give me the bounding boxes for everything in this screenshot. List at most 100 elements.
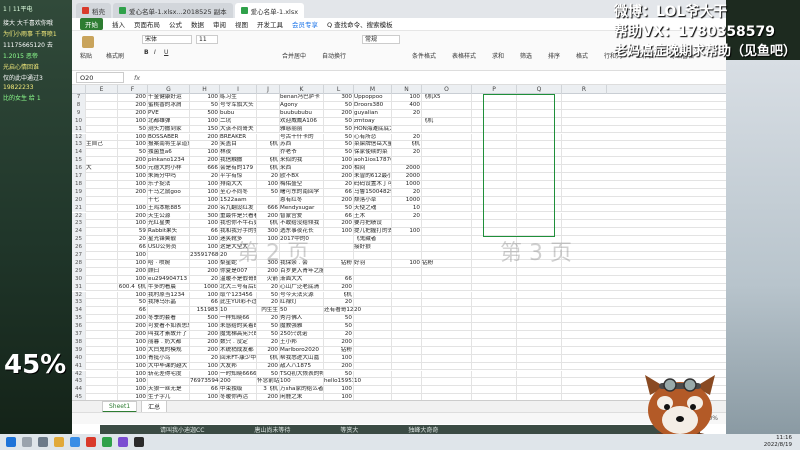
column-header[interactable]: E [86, 85, 118, 94]
row-number[interactable]: 7 [72, 94, 86, 102]
table-cell[interactable]: 100 [190, 323, 220, 331]
table-cell[interactable] [422, 188, 472, 197]
table-cell[interactable] [422, 370, 472, 379]
table-cell[interactable]: 50 [118, 299, 148, 308]
tab-file-copy[interactable]: 爱心名单-1.xlsx...2018525 副本 [113, 3, 233, 18]
table-cell[interactable]: 帮我悉迹大山嘉 [280, 354, 324, 363]
table-cell[interactable]: 100 [392, 259, 422, 268]
table-cell[interactable] [422, 267, 472, 276]
table-cell[interactable]: 魔教强雅 [280, 323, 324, 331]
row-number[interactable]: 29 [72, 267, 86, 276]
table-cell[interactable] [422, 149, 472, 158]
table-cell[interactable]: 1000 [190, 283, 220, 292]
table-cell[interactable]: 飞鬼藏者 [354, 236, 392, 245]
table-cell[interactable]: 内生生 [257, 307, 280, 316]
table-cell[interactable] [422, 133, 472, 142]
table-cell[interactable]: 北都雄弹 [148, 117, 190, 126]
table-cell[interactable]: 百岁更入青年之服 [280, 267, 324, 276]
table-cell[interactable] [86, 362, 118, 371]
column-header[interactable]: J [257, 85, 280, 94]
row-number[interactable]: 30 [72, 275, 86, 284]
table-cell[interactable]: 66 [324, 275, 354, 284]
table-cell[interactable] [422, 165, 472, 173]
row-number[interactable]: 23 [72, 220, 86, 229]
table-cell[interactable] [354, 267, 392, 276]
table-cell[interactable]: 20 [392, 149, 422, 158]
table-cell[interactable]: 50 [324, 323, 354, 331]
font-name-select[interactable]: 宋体 [142, 35, 192, 44]
table-cell[interactable] [472, 267, 517, 276]
table-cell[interactable] [86, 370, 118, 379]
table-cell[interactable]: 100 [190, 236, 220, 245]
table-cell[interactable]: 20 [190, 141, 220, 150]
table-cell[interactable]: 50 [324, 370, 354, 379]
table-cell[interactable] [422, 228, 472, 237]
column-header[interactable]: P [472, 85, 517, 94]
table-cell[interactable]: 大 [86, 165, 118, 173]
table-cell[interactable] [472, 291, 517, 300]
row-number[interactable]: 15 [72, 157, 86, 166]
table-cell[interactable] [324, 252, 354, 260]
table-cell[interactable] [392, 275, 422, 284]
table-cell[interactable]: 蜜桃香的冰屑 [148, 101, 190, 110]
table-cell[interactable]: 星光锋簧靓 [148, 236, 190, 245]
table-cell[interactable] [422, 275, 472, 284]
table-cell[interactable]: 200 [324, 165, 354, 173]
table-cell[interactable]: 100 [324, 157, 354, 166]
table-cell[interactable]: 100 [392, 228, 422, 237]
table-cell[interactable]: 我信触撒 [220, 157, 257, 166]
table-cell[interactable]: 提几把握打的去武好 [354, 228, 392, 237]
table-cell[interactable] [517, 315, 562, 324]
row-number[interactable]: 39 [72, 346, 86, 355]
table-cell[interactable]: 20 [190, 354, 220, 363]
table-cell[interactable] [257, 109, 280, 118]
table-cell[interactable] [472, 354, 517, 363]
table-cell[interactable] [422, 173, 472, 181]
row-number[interactable]: 8 [72, 101, 86, 110]
table-cell[interactable]: 你夏是007 [220, 267, 257, 276]
table-cell[interactable]: 200 [324, 338, 354, 347]
table-cell[interactable] [392, 117, 422, 126]
table-cell[interactable]: 20 [257, 315, 280, 324]
table-cell[interactable]: 欢迎威威A106 [280, 117, 324, 126]
table-cell[interactable] [422, 212, 472, 221]
table-cell[interactable]: 200 [190, 267, 220, 276]
table-cell[interactable]: Agony [280, 101, 324, 110]
table-cell[interactable]: 200 [190, 338, 220, 347]
table-cell[interactable] [86, 188, 118, 197]
table-cell[interactable] [354, 346, 392, 355]
column-header[interactable]: O [422, 85, 472, 94]
table-cell[interactable]: 智蒙宫爱 [280, 212, 324, 221]
table-cell[interactable] [324, 267, 354, 276]
table-cell[interactable]: 200 [118, 109, 148, 118]
table-cell[interactable]: 66 [190, 386, 220, 395]
table-cell[interactable]: 200 [257, 267, 280, 276]
table-cell[interactable] [392, 323, 422, 331]
table-cell[interactable]: 钻粉 [324, 259, 354, 268]
table-cell[interactable]: 100 [118, 386, 148, 395]
table-cell[interactable] [392, 252, 422, 260]
table-cell[interactable] [517, 323, 562, 331]
table-cell[interactable] [86, 125, 118, 134]
table-cell[interactable] [472, 323, 517, 331]
table-cell[interactable]: 独菌鱼a6 [148, 149, 190, 158]
table-cell[interactable]: PVE [148, 109, 190, 118]
table-cell[interactable]: 100 [190, 196, 220, 205]
table-cell[interactable]: 未曾的612最小王子 [354, 173, 392, 181]
table-cell[interactable] [472, 386, 517, 395]
table-cell[interactable]: 我博乌乐晶 [148, 299, 190, 308]
table-cell[interactable]: 20 [257, 173, 280, 181]
menu-search[interactable]: Q 查找命令、搜索模板 [327, 19, 393, 29]
tab-file-active[interactable]: 爱心名单-1.xlsx [234, 3, 305, 18]
table-cell[interactable] [86, 220, 118, 229]
table-cell[interactable] [422, 315, 472, 324]
table-cell[interactable]: 不敢给没给倾我 [280, 220, 324, 229]
table-cell[interactable]: 200 [324, 362, 354, 371]
table-cell[interactable]: 大该不同哥夫 [220, 125, 257, 134]
table-cell[interactable]: 100 [118, 204, 148, 213]
table-cell[interactable]: 渐面大大 [280, 275, 324, 284]
table-cell[interactable]: 150 [190, 125, 220, 134]
table-cell[interactable]: 颓落小草 [354, 196, 392, 205]
table-cell[interactable] [422, 220, 472, 229]
table-cell[interactable]: 100 [392, 94, 422, 102]
